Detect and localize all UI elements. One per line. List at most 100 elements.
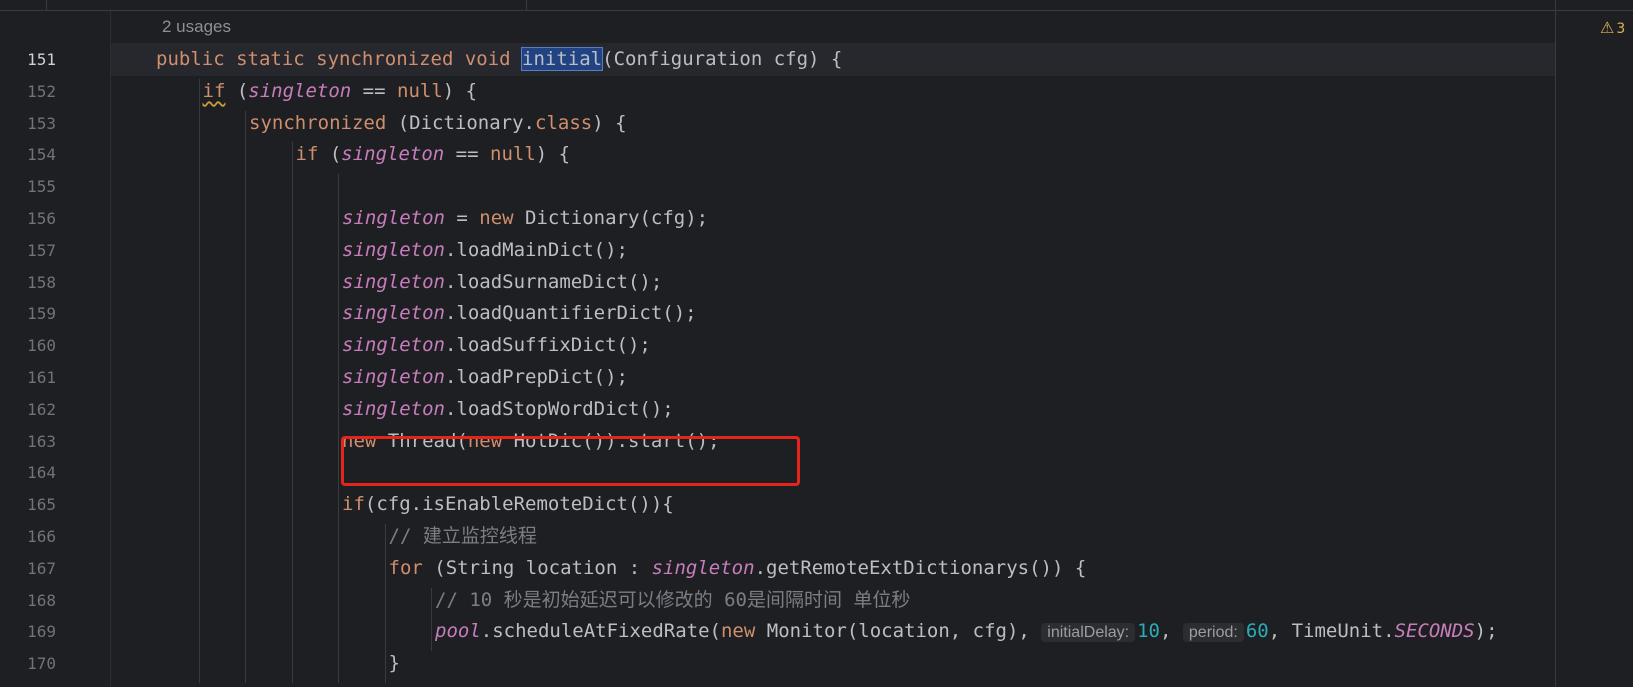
code-token: (cfg.isEnableRemoteDict()){	[364, 493, 674, 516]
code-token: 60	[1245, 620, 1269, 643]
line-number[interactable]: 158	[0, 266, 56, 299]
code-token: ) {	[592, 111, 627, 134]
code-token: singleton	[248, 79, 352, 102]
code-token: // 10 秒是初始延迟可以修改的 60是间隔时间 单位秒	[435, 588, 911, 611]
warning-indicator[interactable]: ⚠ 3	[1600, 18, 1625, 37]
code-token: singleton	[342, 334, 445, 357]
code-token: pool	[435, 620, 481, 643]
code-line[interactable]: public static synchronized void initial(…	[156, 43, 842, 76]
code-token: initial	[521, 47, 604, 71]
code-line[interactable]: singleton.loadSurnameDict();	[342, 266, 662, 299]
line-number[interactable]: 166	[0, 520, 56, 553]
code-token: singleton	[342, 302, 445, 325]
highlight-annotation-box	[341, 436, 800, 486]
code-token: singleton	[341, 143, 445, 166]
code-line[interactable]: singleton.loadMainDict();	[342, 234, 628, 267]
code-line[interactable]: if (singleton == null) {	[296, 138, 571, 171]
code-token: singleton	[342, 270, 445, 293]
warning-icon: ⚠	[1600, 18, 1615, 37]
code-token: new	[720, 620, 756, 643]
code-token: Monitor(location, cfg),	[755, 620, 1042, 643]
line-number[interactable]: 154	[0, 138, 56, 171]
code-token: new	[479, 207, 514, 229]
code-token: SECONDS	[1394, 620, 1475, 643]
indent-guide	[245, 110, 246, 683]
code-token: singleton	[342, 397, 445, 420]
code-token: public static synchronized void	[156, 48, 523, 70]
line-number[interactable]: 163	[0, 425, 56, 458]
code-line[interactable]: // 10 秒是初始延迟可以修改的 60是间隔时间 单位秒	[435, 584, 910, 617]
tab-divider	[46, 0, 47, 10]
code-line[interactable]: synchronized (Dictionary.class) {	[249, 107, 627, 140]
code-line[interactable]: // 建立监控线程	[389, 520, 537, 553]
line-number[interactable]: 162	[0, 393, 56, 426]
editor-tab-strip	[0, 0, 1633, 11]
line-number[interactable]: 152	[0, 75, 56, 108]
code-line[interactable]: singleton.loadQuantifierDict();	[342, 297, 697, 330]
code-token: null	[490, 143, 536, 166]
code-line[interactable]: pool.scheduleAtFixedRate(new Monitor(loc…	[435, 615, 1498, 648]
line-number[interactable]: 161	[0, 361, 56, 394]
line-number[interactable]: 170	[0, 647, 56, 680]
line-number[interactable]: 160	[0, 329, 56, 362]
code-token: synchronized	[249, 111, 387, 134]
code-line[interactable]: singleton.loadSuffixDict();	[342, 329, 651, 362]
code-token: ) {	[442, 79, 478, 102]
line-number[interactable]: 153	[0, 107, 56, 140]
code-line[interactable]: for (String location : singleton.getRemo…	[389, 552, 1087, 585]
parameter-hint: period:	[1182, 623, 1244, 643]
code-token: (	[318, 143, 342, 166]
tab-divider	[526, 0, 527, 10]
code-token: singleton	[342, 366, 445, 388]
code-token: if	[295, 143, 319, 166]
line-number[interactable]: 164	[0, 456, 56, 489]
code-token: );	[1474, 620, 1498, 643]
line-number[interactable]: 159	[0, 297, 56, 330]
parameter-hint: initialDelay:	[1041, 623, 1136, 643]
code-token: (	[225, 79, 249, 102]
code-token: ==	[444, 143, 490, 166]
code-token: .loadMainDict();	[444, 238, 628, 261]
code-line[interactable]: }	[389, 647, 400, 680]
indent-guide	[431, 587, 432, 652]
code-token: .getRemoteExtDictionarys()) {	[754, 556, 1087, 579]
code-line[interactable]: singleton = new Dictionary(cfg);	[342, 202, 708, 235]
code-editor[interactable]: public static synchronized void initial (…	[111, 11, 1555, 687]
line-number[interactable]: 168	[0, 584, 56, 617]
line-number[interactable]: 156	[0, 202, 56, 235]
code-token: (String location :	[422, 556, 652, 579]
code-token: // 建立监控线程	[388, 525, 537, 547]
warning-count: 3	[1616, 21, 1626, 37]
line-number[interactable]: 155	[0, 170, 56, 203]
code-token: 10	[1137, 620, 1160, 643]
code-token: Dictionary(cfg);	[513, 207, 709, 229]
line-number-gutter[interactable]: 151 152 153 154 155 156 157 158 159 160 161 162 163 1…	[0, 11, 111, 687]
code-token: ,	[1160, 620, 1183, 643]
code-line[interactable]: if(cfg.isEnableRemoteDict()){	[342, 488, 674, 521]
code-token: singleton	[651, 556, 755, 579]
code-token: .loadQuantifierDict();	[444, 302, 697, 325]
code-token: null	[397, 79, 443, 102]
code-token: ) {	[535, 143, 571, 166]
line-number[interactable]: 151	[0, 43, 56, 76]
line-number[interactable]: 169	[0, 615, 56, 648]
line-number[interactable]: 167	[0, 552, 56, 585]
line-number[interactable]: 157	[0, 234, 56, 267]
code-token: (Dictionary.	[386, 111, 535, 134]
code-line[interactable]: singleton.loadStopWordDict();	[342, 393, 674, 426]
code-token: for	[388, 556, 423, 579]
indent-guide	[338, 174, 339, 683]
code-token: .loadStopWordDict();	[444, 397, 674, 420]
code-token: .loadPrepDict();	[444, 366, 628, 388]
code-line[interactable]: if (singleton == null) {	[203, 75, 478, 108]
indent-guide	[384, 524, 386, 683]
code-token: .loadSurnameDict();	[444, 270, 663, 293]
code-token: =	[444, 207, 480, 229]
line-number[interactable]: 165	[0, 488, 56, 521]
code-token: if	[202, 79, 226, 102]
indent-guide	[291, 142, 293, 683]
code-token: ==	[351, 79, 397, 102]
code-line[interactable]: singleton.loadPrepDict();	[342, 361, 628, 394]
error-stripe[interactable]	[1556, 11, 1633, 687]
code-token: .loadSuffixDict();	[444, 334, 651, 357]
